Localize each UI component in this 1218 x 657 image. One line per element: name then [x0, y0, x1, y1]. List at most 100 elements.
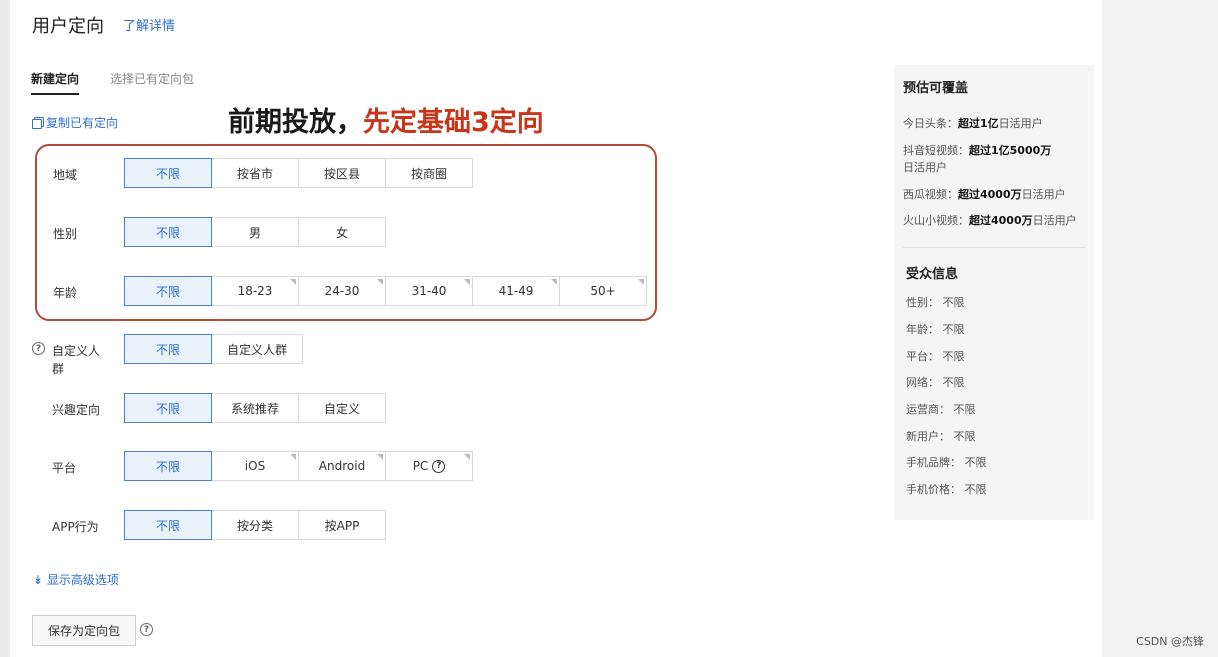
region-option-business-area[interactable]: 按商圈: [385, 158, 473, 188]
coverage-panel: 预估可覆盖 今日头条：超过1亿日活用户 抖音短视频：超过1亿5000万 日活用户 …: [894, 65, 1094, 520]
corner-mark-icon: [638, 279, 644, 285]
region-label: 地域: [53, 168, 78, 182]
platform-label: 平台: [52, 461, 77, 475]
interest-option-custom[interactable]: 自定义: [298, 393, 386, 423]
tab-new-targeting[interactable]: 新建定向: [31, 70, 80, 95]
audience-item: 运营商： 不限: [906, 403, 976, 416]
platform-option-unlimited[interactable]: 不限: [124, 451, 212, 481]
platform-option-label: Android: [318, 459, 366, 473]
gender-option-unlimited[interactable]: 不限: [124, 217, 212, 247]
audience-item: 性别： 不限: [906, 296, 965, 309]
audience-item: 手机价格： 不限: [906, 483, 987, 496]
platform-option-label: 不限: [155, 459, 180, 474]
region-option-province-city[interactable]: 按省市: [211, 158, 299, 188]
corner-mark-icon: [290, 279, 296, 285]
age-option-31-40[interactable]: 31-40: [385, 276, 473, 306]
gender-option-male[interactable]: 男: [211, 217, 299, 247]
age-option-50-plus[interactable]: 50+: [559, 276, 647, 306]
double-chevron-down-icon: ↡: [33, 573, 44, 587]
age-option-label: 24-30: [324, 284, 360, 298]
coverage-toutiao-value: 超过1亿: [958, 117, 999, 130]
show-advanced-options-link[interactable]: ↡ 显示高级选项: [33, 571, 119, 588]
app-behavior-options: 不限 按分类 按APP: [124, 510, 386, 540]
copy-existing-targeting-link[interactable]: 复制已有定向: [32, 114, 118, 131]
age-options: 不限 18-23 24-30 31-40 41-49 50+: [124, 276, 647, 306]
audience-item: 手机品牌： 不限: [906, 456, 987, 469]
coverage-douyin-unit: 日活用户: [903, 161, 947, 174]
custom-crowd-label-line1: 自定义人: [52, 344, 101, 358]
annotation-caption: 前期投放，先定基础3定向: [228, 100, 544, 139]
audience-title: 受众信息: [906, 267, 959, 282]
region-options: 不限 按省市 按区县 按商圈: [124, 158, 473, 188]
platform-option-pc[interactable]: PC?: [385, 451, 473, 481]
region-option-district[interactable]: 按区县: [298, 158, 386, 188]
platform-option-android[interactable]: Android: [298, 451, 386, 481]
corner-mark-icon: [377, 454, 383, 460]
page-background-strip: [1102, 0, 1218, 657]
region-option-unlimited[interactable]: 不限: [124, 158, 212, 188]
coverage-douyin-name: 抖音短视频：: [903, 144, 969, 157]
coverage-douyin: 抖音短视频：超过1亿5000万日活用户: [903, 142, 1088, 176]
coverage-douyin-value: 超过1亿5000万: [969, 144, 1052, 157]
age-option-label: 50+: [590, 284, 616, 298]
corner-mark-icon: [290, 454, 296, 460]
custom-crowd-option-unlimited[interactable]: 不限: [124, 334, 212, 364]
platform-option-label: PC: [412, 459, 429, 473]
copy-icon: [32, 117, 44, 129]
custom-crowd-option-custom[interactable]: 自定义人群: [211, 334, 303, 364]
help-icon: ?: [432, 459, 446, 473]
gender-label: 性别: [53, 227, 78, 241]
audience-item: 新用户： 不限: [906, 430, 976, 443]
coverage-toutiao-unit: 日活用户: [998, 117, 1043, 130]
corner-mark-icon: [377, 279, 383, 285]
platform-options: 不限 iOS Android PC?: [124, 451, 473, 481]
help-icon[interactable]: ?: [140, 623, 153, 636]
corner-mark-icon: [464, 279, 470, 285]
interest-options: 不限 系统推荐 自定义: [124, 393, 386, 423]
tab-existing-package[interactable]: 选择已有定向包: [110, 70, 194, 87]
gender-options: 不限 男 女: [124, 217, 386, 247]
annotation-black-text: 前期投放，: [228, 107, 363, 138]
coverage-xigua: 西瓜视频：超过4000万日活用户: [903, 186, 1088, 203]
interest-option-unlimited[interactable]: 不限: [124, 393, 212, 423]
coverage-title: 预估可覆盖: [903, 81, 969, 96]
help-icon[interactable]: ?: [32, 342, 45, 355]
coverage-xigua-value: 超过4000万: [958, 188, 1022, 201]
coverage-huoshan: 火山小视频：超过4000万日活用户: [903, 212, 1088, 229]
custom-crowd-label-line2: 群: [52, 362, 65, 376]
interest-label: 兴趣定向: [52, 403, 101, 417]
audience-item: 平台： 不限: [906, 350, 965, 363]
age-option-24-30[interactable]: 24-30: [298, 276, 386, 306]
custom-crowd-label: 自定义人 群: [52, 342, 100, 378]
interest-option-system-recommend[interactable]: 系统推荐: [211, 393, 299, 423]
app-behavior-option-unlimited[interactable]: 不限: [124, 510, 212, 540]
app-behavior-option-by-app[interactable]: 按APP: [298, 510, 386, 540]
coverage-xigua-name: 西瓜视频：: [903, 188, 958, 201]
age-option-18-23[interactable]: 18-23: [211, 276, 299, 306]
age-label: 年龄: [53, 286, 78, 300]
age-option-unlimited[interactable]: 不限: [124, 276, 212, 306]
age-option-label: 18-23: [237, 284, 273, 298]
coverage-huoshan-value: 超过4000万: [969, 214, 1033, 227]
save-as-package-button[interactable]: 保存为定向包: [32, 615, 136, 646]
page-title: 用户定向: [32, 16, 104, 37]
learn-more-link[interactable]: 了解详情: [123, 15, 175, 34]
coverage-xigua-unit: 日活用户: [1021, 188, 1066, 201]
advanced-label: 显示高级选项: [46, 573, 119, 587]
coverage-huoshan-unit: 日活用户: [1032, 214, 1077, 227]
corner-mark-icon: [464, 454, 470, 460]
copy-link-label: 复制已有定向: [46, 116, 119, 130]
coverage-toutiao: 今日头条：超过1亿日活用户: [903, 115, 1088, 132]
corner-mark-icon: [551, 279, 557, 285]
age-option-label: 不限: [155, 284, 180, 299]
platform-option-ios[interactable]: iOS: [211, 451, 299, 481]
gender-option-female[interactable]: 女: [298, 217, 386, 247]
coverage-toutiao-name: 今日头条：: [903, 117, 958, 130]
audience-item: 网络： 不限: [906, 376, 965, 389]
age-option-41-49[interactable]: 41-49: [472, 276, 560, 306]
age-option-label: 31-40: [411, 284, 447, 298]
custom-crowd-options: 不限 自定义人群: [124, 334, 303, 364]
annotation-red-text: 先定基础3定向: [363, 107, 544, 138]
app-behavior-option-by-category[interactable]: 按分类: [211, 510, 299, 540]
app-behavior-label: APP行为: [52, 520, 99, 534]
